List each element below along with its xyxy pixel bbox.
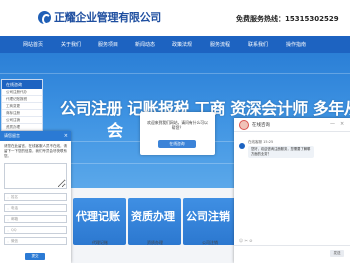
banner-slogan-continued: 会 bbox=[107, 121, 124, 140]
chat-toolbar[interactable]: ☺ ✂ ⊘ bbox=[239, 238, 252, 243]
mail-icon: ◦ bbox=[7, 218, 10, 222]
message-form-title: 请您留言 bbox=[4, 133, 20, 138]
service-card-bookkeeping[interactable]: 代理记账 bbox=[73, 198, 126, 245]
wechat-icon: ◦ bbox=[7, 240, 10, 244]
side-menu-item[interactable]: 公司注册代办 bbox=[2, 89, 42, 96]
service-card-title: 资质办理 bbox=[131, 210, 175, 223]
send-button[interactable]: 发送 bbox=[330, 250, 344, 257]
service-card-deregistration[interactable]: 公司注销 bbox=[183, 198, 236, 245]
nav-home[interactable]: 网站首页 bbox=[23, 41, 43, 48]
wechat-field-placeholder: 微信 bbox=[11, 239, 18, 243]
nav-news[interactable]: 新闻动态 bbox=[135, 41, 155, 48]
side-menu-item[interactable]: 商标注册 bbox=[2, 110, 42, 117]
phone-icon: ◦ bbox=[7, 207, 10, 211]
nav-guide[interactable]: 操作指南 bbox=[286, 41, 306, 48]
message-form-intro: 请您在此留言，在线客服人员不在线，请留下一下您的信息，我们专员会尽快联系您。 bbox=[4, 144, 67, 158]
popup-consult-button[interactable]: 在线咨询 bbox=[158, 140, 196, 148]
minimize-icon[interactable]: — bbox=[330, 121, 335, 127]
submit-button[interactable]: 提交 bbox=[25, 253, 45, 260]
nav-process[interactable]: 服务流程 bbox=[210, 41, 230, 48]
message-form-header: 请您留言 × bbox=[0, 131, 71, 141]
user-icon: ◦ bbox=[7, 196, 10, 200]
phone-field-placeholder: 电话 bbox=[11, 206, 18, 210]
service-card-title: 公司注销 bbox=[186, 210, 230, 223]
popup-message: 欢迎来到我们网站，请问有什么可以帮您？ bbox=[147, 120, 208, 130]
banner-line bbox=[0, 73, 350, 74]
side-menu-title[interactable]: 在线咨询 bbox=[2, 80, 42, 89]
nav-policy[interactable]: 政策法规 bbox=[172, 41, 192, 48]
nav-services[interactable]: 服务项目 bbox=[98, 41, 118, 48]
email-field-placeholder: 邮箱 bbox=[11, 217, 18, 221]
close-icon[interactable]: × bbox=[340, 121, 344, 127]
service-card-label[interactable]: 公司注销 bbox=[202, 240, 218, 246]
welcome-popup: 欢迎来到我们网站，请问有什么可以帮您？ 在线咨询 bbox=[140, 112, 215, 155]
page: 正耀企业管理有限公司 免费服务热线：15315302529 网站首页 关于我们 … bbox=[0, 0, 350, 263]
service-card-label[interactable]: 资质办理 bbox=[147, 240, 163, 246]
nav-about[interactable]: 关于我们 bbox=[61, 41, 81, 48]
phone-field[interactable]: ◦ 电话 bbox=[4, 204, 67, 212]
message-form: 请您留言 × 请您在此留言，在线客服人员不在线，请留下一下您的信息，我们专员会尽… bbox=[0, 131, 71, 263]
name-field-placeholder: 姓名 bbox=[11, 195, 18, 199]
brand-name[interactable]: 正耀企业管理有限公司 bbox=[54, 9, 161, 25]
service-card-qualification[interactable]: 资质办理 bbox=[128, 198, 181, 245]
hotline: 免费服务热线：15315302529 bbox=[236, 15, 339, 23]
service-card-label[interactable]: 代理记账 bbox=[92, 240, 108, 246]
agent-avatar bbox=[239, 120, 249, 130]
wechat-field[interactable]: ◦ 微信 bbox=[4, 237, 67, 245]
main-nav: 网站首页 关于我们 服务项目 新闻动态 政策法规 服务流程 联系我们 操作指南 bbox=[0, 36, 350, 53]
agent-message-avatar bbox=[239, 143, 245, 149]
chat-header: 在线咨询 — × bbox=[234, 118, 350, 132]
side-menu-item[interactable]: 工商变更 bbox=[2, 103, 42, 110]
side-menu-item[interactable]: 资质办理 bbox=[2, 124, 42, 131]
service-card-title: 代理记账 bbox=[76, 210, 120, 223]
agent-name: 在线客服 15:25 bbox=[248, 140, 274, 144]
side-menu-item[interactable]: 代理记账报税 bbox=[2, 96, 42, 103]
qq-field[interactable]: ◦ QQ bbox=[4, 226, 67, 234]
qq-field-placeholder: QQ bbox=[11, 228, 17, 232]
name-field[interactable]: ◦ 姓名 bbox=[4, 193, 67, 201]
close-icon[interactable]: × bbox=[64, 131, 68, 141]
chat-panel: 在线咨询 — × 在线客服 15:25 您好，欢迎咨询注册服务，您需要了解哪方面… bbox=[234, 118, 350, 263]
side-menu-item[interactable]: 公司注销 bbox=[2, 117, 42, 124]
chat-title: 在线咨询 bbox=[252, 123, 270, 128]
company-logo-icon[interactable] bbox=[38, 11, 51, 25]
site-header: 正耀企业管理有限公司 免费服务热线：15315302529 bbox=[0, 0, 350, 36]
nav-contact[interactable]: 联系我们 bbox=[248, 41, 268, 48]
message-textarea[interactable] bbox=[4, 163, 67, 189]
email-field[interactable]: ◦ 邮箱 bbox=[4, 215, 67, 223]
qq-icon: ◦ bbox=[7, 229, 10, 233]
agent-message: 您好，欢迎咨询注册服务，您需要了解哪方面的业务？ bbox=[248, 146, 314, 158]
